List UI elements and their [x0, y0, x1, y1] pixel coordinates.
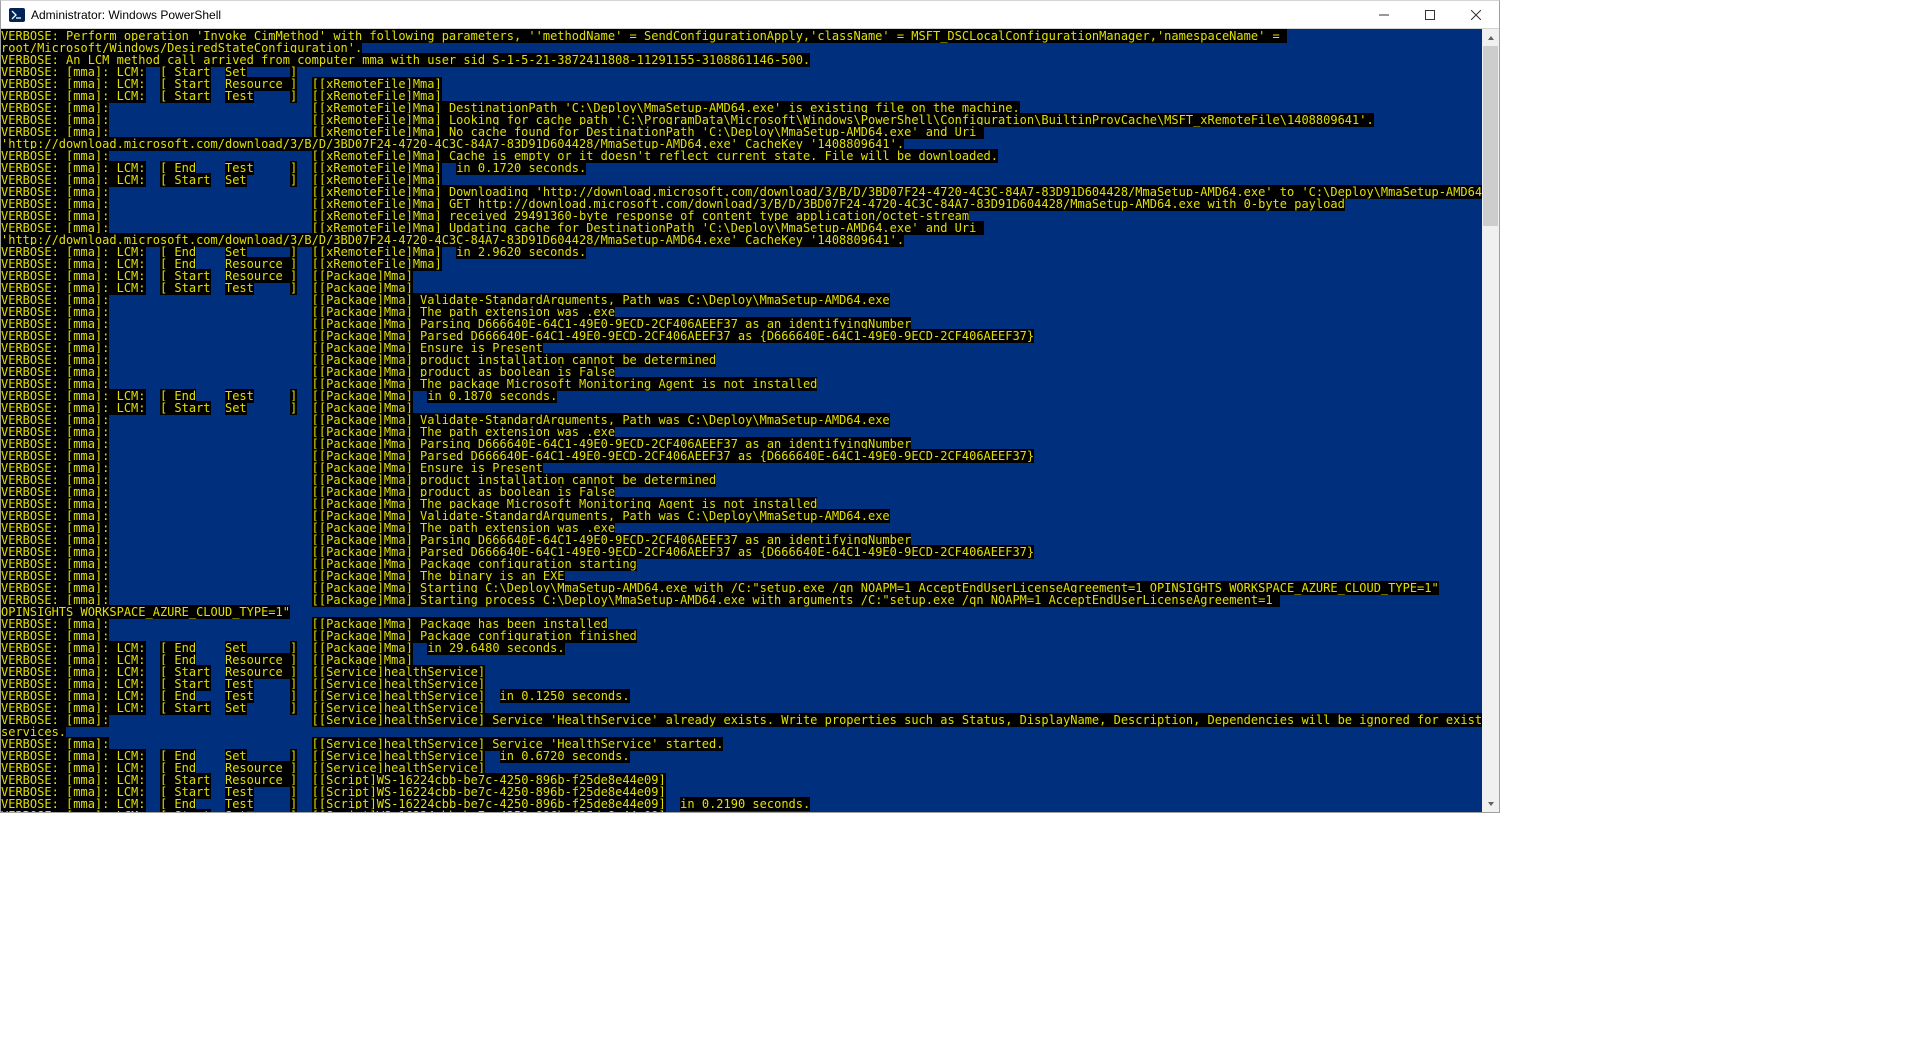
terminal-output[interactable]: VERBOSE: Perform operation 'Invoke CimMe… — [1, 29, 1482, 812]
maximize-button[interactable] — [1407, 1, 1453, 28]
titlebar[interactable]: Administrator: Windows PowerShell — [1, 1, 1499, 29]
scroll-down-button[interactable] — [1482, 795, 1499, 812]
powershell-window: Administrator: Windows PowerShell VERBOS… — [0, 0, 1500, 813]
scroll-thumb[interactable] — [1483, 46, 1498, 226]
close-button[interactable] — [1453, 1, 1499, 28]
terminal-line: VERBOSE: [mma]: [[Service]healthService]… — [1, 714, 1482, 726]
terminal-area: VERBOSE: Perform operation 'Invoke CimMe… — [1, 29, 1499, 812]
minimize-button[interactable] — [1361, 1, 1407, 28]
scroll-up-button[interactable] — [1482, 29, 1499, 46]
scroll-track[interactable] — [1482, 46, 1499, 795]
vertical-scrollbar[interactable] — [1482, 29, 1499, 812]
window-title: Administrator: Windows PowerShell — [31, 8, 221, 22]
window-controls — [1361, 1, 1499, 28]
powershell-icon — [9, 7, 25, 23]
